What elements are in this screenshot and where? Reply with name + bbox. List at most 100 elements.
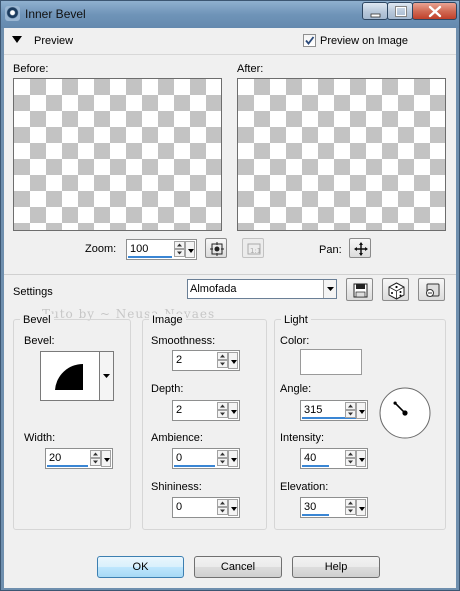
bevel-label: Bevel: xyxy=(24,335,55,347)
ambience-spinbox[interactable]: 0 xyxy=(172,448,240,469)
chevron-down-icon xyxy=(359,507,365,511)
intensity-value: 40 xyxy=(304,452,317,464)
elevation-value: 30 xyxy=(304,501,317,513)
zoom-value: 100 xyxy=(130,243,149,255)
chevron-down-icon xyxy=(359,458,365,462)
width-spinbox[interactable]: 20 xyxy=(45,448,113,469)
zoom-dropdown[interactable] xyxy=(185,241,195,258)
color-label: Color: xyxy=(280,335,310,347)
spin-arrows-icon xyxy=(93,452,98,464)
zoom-fit-icon xyxy=(210,242,224,256)
angle-needle-tip xyxy=(393,401,397,405)
spin-arrows-icon xyxy=(348,501,353,513)
before-label: Before: xyxy=(13,63,49,75)
help-button[interactable]: Help xyxy=(292,556,380,578)
move-icon xyxy=(354,242,368,256)
pan-button[interactable] xyxy=(349,238,371,258)
spin-arrows-icon xyxy=(348,452,353,464)
checkmark-icon xyxy=(305,36,315,45)
depth-label: Depth: xyxy=(151,383,184,395)
chevron-down-icon xyxy=(327,287,334,291)
actual-size-icon: 1:1 xyxy=(247,243,261,255)
preset-dropdown-arrow[interactable] xyxy=(323,280,336,298)
dialog-window: Inner Bevel Preview Preview on Image Bef… xyxy=(0,0,460,591)
zoom-spinbox[interactable]: 100 xyxy=(126,239,197,260)
ok-button[interactable]: OK xyxy=(97,556,184,578)
dialog-body: Preview Preview on Image Before: After: … xyxy=(4,28,456,588)
zoom-spin-arrows[interactable] xyxy=(174,241,185,258)
collapse-arrow-icon[interactable] xyxy=(12,36,22,44)
zoom-label: Zoom: xyxy=(85,243,117,255)
smoothness-spinbox[interactable]: 2 xyxy=(172,350,240,371)
reset-button[interactable] xyxy=(418,278,445,301)
chevron-down-icon xyxy=(359,410,365,414)
window-title: Inner Bevel xyxy=(25,7,86,21)
zoom-actual-button[interactable]: 1:1 xyxy=(242,238,264,258)
close-icon xyxy=(428,5,442,18)
save-preset-button[interactable] xyxy=(346,278,373,301)
save-icon xyxy=(353,283,368,298)
maximize-icon xyxy=(395,6,407,17)
preset-dropdown[interactable]: Almofada xyxy=(187,279,337,299)
depth-value: 2 xyxy=(176,404,183,416)
light-group-title: Light xyxy=(281,314,311,326)
angle-value: 315 xyxy=(304,404,323,416)
spin-arrows-icon xyxy=(348,404,353,416)
minimize-button[interactable] xyxy=(362,2,388,20)
cancel-button[interactable]: Cancel xyxy=(194,556,282,578)
randomize-button[interactable] xyxy=(382,278,409,301)
divider xyxy=(4,274,456,275)
chevron-down-icon xyxy=(231,507,237,511)
ambience-value: 0 xyxy=(176,452,183,464)
bevel-shape-dropdown[interactable] xyxy=(99,351,114,401)
chevron-down-icon xyxy=(103,374,110,378)
spin-arrows-icon xyxy=(220,501,225,513)
dice-icon xyxy=(388,282,405,300)
chevron-down-icon xyxy=(231,410,237,414)
smoothness-label: Smoothness: xyxy=(151,335,216,347)
preview-on-image-label[interactable]: Preview on Image xyxy=(320,35,408,47)
chevron-down-icon xyxy=(188,249,194,253)
angle-dial[interactable] xyxy=(378,386,432,440)
intensity-spinbox[interactable]: 40 xyxy=(300,448,368,469)
reset-icon xyxy=(426,283,440,297)
angle-spinbox[interactable]: 315 xyxy=(300,400,368,421)
preset-value: Almofada xyxy=(190,283,237,295)
spin-arrows-icon xyxy=(220,404,225,416)
elevation-label: Elevation: xyxy=(280,481,329,493)
intensity-label: Intensity: xyxy=(280,432,325,444)
depth-spinbox[interactable]: 2 xyxy=(172,400,240,421)
chevron-down-icon xyxy=(231,360,237,364)
after-preview-pane[interactable] xyxy=(237,78,446,231)
ambience-label: Ambience: xyxy=(151,432,203,444)
bevel-shape-picker[interactable] xyxy=(40,351,102,401)
divider xyxy=(4,54,456,55)
elevation-spinbox[interactable]: 30 xyxy=(300,497,368,518)
pan-label: Pan: xyxy=(319,244,342,256)
image-group-title: Image xyxy=(149,314,186,326)
angle-knob xyxy=(402,410,408,416)
shininess-value: 0 xyxy=(176,501,183,513)
width-label: Width: xyxy=(24,432,56,444)
spin-arrows-icon xyxy=(177,243,182,255)
bevel-shape-icon xyxy=(55,363,83,390)
preview-section-label: Preview xyxy=(34,35,74,47)
after-label: After: xyxy=(237,63,264,75)
zoom-fit-button[interactable] xyxy=(205,238,227,258)
spin-arrows-icon xyxy=(220,354,225,366)
maximize-button[interactable] xyxy=(387,2,413,20)
width-value: 20 xyxy=(49,452,62,464)
bevel-group-title: Bevel xyxy=(20,314,54,326)
light-color-swatch[interactable] xyxy=(300,349,362,375)
minimize-icon xyxy=(370,13,381,18)
app-icon xyxy=(5,6,20,21)
spin-arrows-icon xyxy=(220,452,225,464)
before-preview-pane[interactable] xyxy=(13,78,222,231)
preview-on-image-checkbox[interactable] xyxy=(303,34,316,47)
smoothness-value: 2 xyxy=(176,354,183,366)
close-button[interactable] xyxy=(412,2,457,20)
title-bar[interactable]: Inner Bevel xyxy=(1,1,459,28)
svg-text:1:1: 1:1 xyxy=(250,247,261,255)
shininess-spinbox[interactable]: 0 xyxy=(172,497,240,518)
chevron-down-icon xyxy=(231,458,237,462)
